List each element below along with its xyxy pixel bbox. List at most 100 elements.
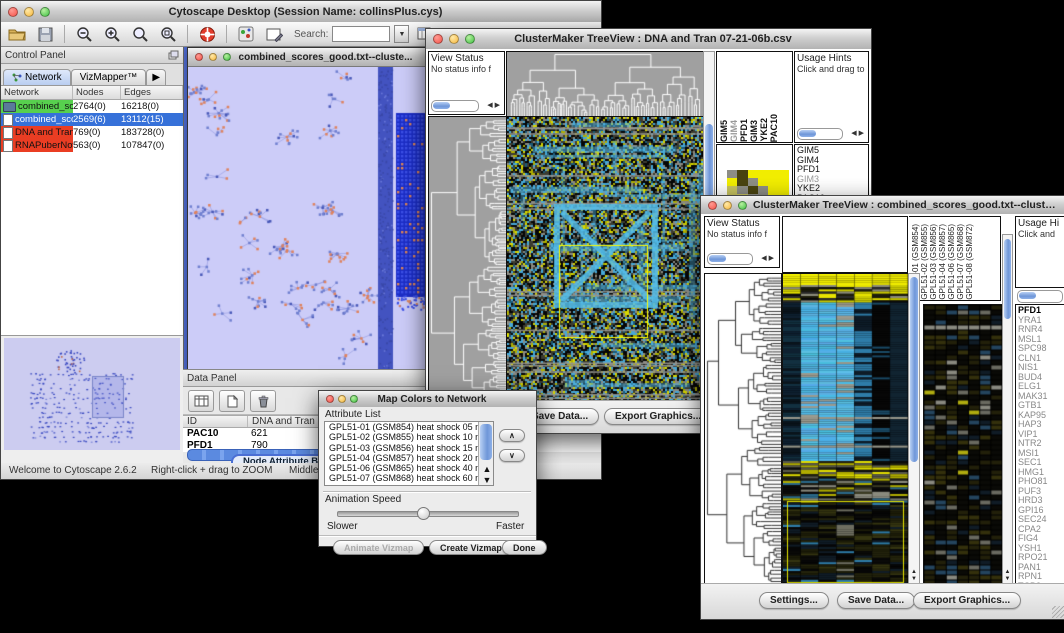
- zoom-fit-icon[interactable]: [156, 24, 180, 44]
- column-label[interactable]: GPL51-03 (GSM856): [929, 224, 938, 300]
- zoom-out-icon[interactable]: [72, 24, 96, 44]
- help-lifesaver-icon[interactable]: [195, 24, 219, 44]
- cs-row-dendrogram[interactable]: [704, 273, 782, 586]
- zoom-window-icon[interactable]: [465, 34, 475, 44]
- column-label[interactable]: GPL51-06 (GSM865): [947, 224, 956, 300]
- dna-heatmap[interactable]: [506, 116, 704, 403]
- attribute-list-item[interactable]: GPL51-04 (GSM857) heat shock 20 min: [327, 453, 493, 463]
- close-icon[interactable]: [708, 201, 717, 210]
- animation-slider-thumb[interactable]: [417, 507, 430, 520]
- column-label[interactable]: GPL51-04 (GSM857): [938, 224, 947, 300]
- column-label[interactable]: PFD1: [739, 119, 749, 142]
- view-status-text: No status info f: [429, 64, 504, 74]
- search-input[interactable]: [332, 26, 390, 42]
- dna-row-dendrogram[interactable]: [428, 116, 507, 403]
- done-button[interactable]: Done: [502, 540, 547, 555]
- network-view-titlebar[interactable]: combined_scores_good.txt--cluste...: [188, 48, 440, 67]
- cs-heatmap[interactable]: [782, 273, 909, 586]
- network-table-row[interactable]: combined_scores2764(0)16218(0): [1, 100, 183, 113]
- close-icon[interactable]: [433, 34, 443, 44]
- minimize-icon[interactable]: [24, 7, 34, 17]
- scroll-arrows-icon[interactable]: ◀▶: [487, 101, 502, 109]
- network-canvas[interactable]: [188, 67, 438, 369]
- view-status-hscrollbar[interactable]: ◀▶: [431, 100, 479, 112]
- network-table-row[interactable]: DNA and Tran 07769(0)183728(0): [1, 126, 183, 139]
- delete-attribute-button[interactable]: [250, 390, 276, 412]
- zoom-window-icon[interactable]: [738, 201, 747, 210]
- move-up-button[interactable]: ∧: [499, 429, 525, 442]
- close-icon[interactable]: [326, 395, 334, 403]
- vizmapper-icon[interactable]: [234, 24, 258, 44]
- zoom-selected-icon[interactable]: [128, 24, 152, 44]
- resize-grip[interactable]: [1052, 606, 1064, 618]
- dna-column-dendrogram[interactable]: [506, 51, 704, 117]
- cs-zoom-heatmap[interactable]: [923, 304, 1003, 586]
- animate-vizmap-button[interactable]: Animate Vizmap: [333, 540, 424, 555]
- main-titlebar[interactable]: Cytoscape Desktop (Session Name: collins…: [1, 1, 601, 23]
- attribute-list-scrollbar[interactable]: ▲▼: [478, 422, 493, 485]
- column-label[interactable]: GIM5: [719, 120, 729, 142]
- scroll-thumb[interactable]: [480, 424, 492, 460]
- attribute-list-item[interactable]: GPL51-01 (GSM854) heat shock 05 min: [327, 422, 493, 432]
- open-file-button[interactable]: [5, 24, 29, 44]
- usage-hints-hscrollbar[interactable]: ◀▶: [797, 128, 843, 140]
- attribute-list-item[interactable]: GPL51-03 (GSM856) heat shock 15 min: [327, 443, 493, 453]
- zoom-window-icon[interactable]: [223, 53, 231, 61]
- new-attribute-button[interactable]: [219, 390, 245, 412]
- minimize-icon[interactable]: [338, 395, 346, 403]
- tab-network[interactable]: Network: [3, 69, 71, 85]
- minimize-icon[interactable]: [449, 34, 459, 44]
- save-button[interactable]: [33, 24, 57, 44]
- matrix-cell: [748, 186, 758, 194]
- move-down-button[interactable]: ∨: [499, 449, 525, 462]
- scroll-arrows-icon[interactable]: ▲▼: [1003, 569, 1012, 583]
- select-attributes-button[interactable]: [188, 390, 214, 412]
- float-panel-icon[interactable]: [168, 50, 179, 60]
- column-label[interactable]: PAC10: [769, 114, 779, 142]
- create-vizmap-button[interactable]: Create Vizmap: [429, 540, 513, 555]
- network-table-row[interactable]: RNAPuberNov2+563(0)107847(0): [1, 139, 183, 152]
- treeview-dna-titlebar[interactable]: ClusterMaker TreeView : DNA and Tran 07-…: [426, 29, 871, 50]
- cs-gene-hscrollbar[interactable]: [1017, 290, 1063, 303]
- export-graphics-button[interactable]: Export Graphics...: [913, 592, 1021, 609]
- col-id[interactable]: ID: [183, 416, 248, 427]
- scroll-arrows-icon[interactable]: ▲▼: [479, 464, 493, 485]
- dialog-titlebar[interactable]: Map Colors to Network: [319, 391, 536, 408]
- column-label[interactable]: GPL51-07 (GSM868): [956, 224, 965, 300]
- col-edges[interactable]: Edges: [121, 86, 183, 99]
- zoom-window-icon[interactable]: [40, 7, 50, 17]
- network-overview-canvas[interactable]: [4, 338, 180, 450]
- column-label[interactable]: GPL51-08 (GSM872): [965, 224, 974, 300]
- column-label[interactable]: GIM4: [729, 120, 739, 142]
- save-data-button[interactable]: Save Data...: [837, 592, 915, 609]
- column-label[interactable]: GPL51-02 (GSM855): [920, 224, 929, 300]
- column-label[interactable]: YKE2: [759, 118, 769, 142]
- annotation-icon[interactable]: [262, 24, 286, 44]
- minimize-icon[interactable]: [723, 201, 732, 210]
- scroll-arrows-icon[interactable]: ▲▼: [909, 569, 919, 583]
- close-icon[interactable]: [8, 7, 18, 17]
- zoom-in-icon[interactable]: [100, 24, 124, 44]
- export-graphics-button[interactable]: Export Graphics...: [604, 408, 712, 425]
- cs-column-tree-area[interactable]: [782, 216, 908, 273]
- cs-zoom-vscrollbar[interactable]: ▲▼: [1002, 234, 1013, 584]
- view-status-hscrollbar[interactable]: ◀▶: [707, 253, 753, 265]
- treeview-cs-titlebar[interactable]: ClusterMaker TreeView : combined_scores_…: [701, 196, 1064, 215]
- cs-vscrollbar[interactable]: ▲▼: [908, 273, 920, 584]
- zoom-window-icon[interactable]: [350, 395, 358, 403]
- tab-overflow-button[interactable]: ▶: [146, 69, 166, 85]
- column-label[interactable]: GIM3: [749, 120, 759, 142]
- scroll-arrows-icon[interactable]: ◀▶: [761, 254, 776, 262]
- col-network[interactable]: Network: [1, 86, 73, 99]
- attribute-list-item[interactable]: GPL51-07 (GSM868) heat shock 60 min: [327, 473, 493, 483]
- col-nodes[interactable]: Nodes: [73, 86, 121, 99]
- minimize-icon[interactable]: [209, 53, 217, 61]
- attribute-list-item[interactable]: GPL51-02 (GSM855) heat shock 10 min: [327, 432, 493, 442]
- network-table-row[interactable]: combined_sco2569(6)13112(15): [1, 113, 183, 126]
- search-dropdown-icon[interactable]: ▼: [394, 25, 409, 43]
- attribute-list-item[interactable]: GPL51-06 (GSM865) heat shock 40 min: [327, 463, 493, 473]
- settings-button[interactable]: Settings...: [759, 592, 829, 609]
- scroll-arrows-icon[interactable]: ◀▶: [851, 129, 866, 137]
- close-icon[interactable]: [195, 53, 203, 61]
- tab-vizmapper[interactable]: VizMapper™: [71, 69, 147, 85]
